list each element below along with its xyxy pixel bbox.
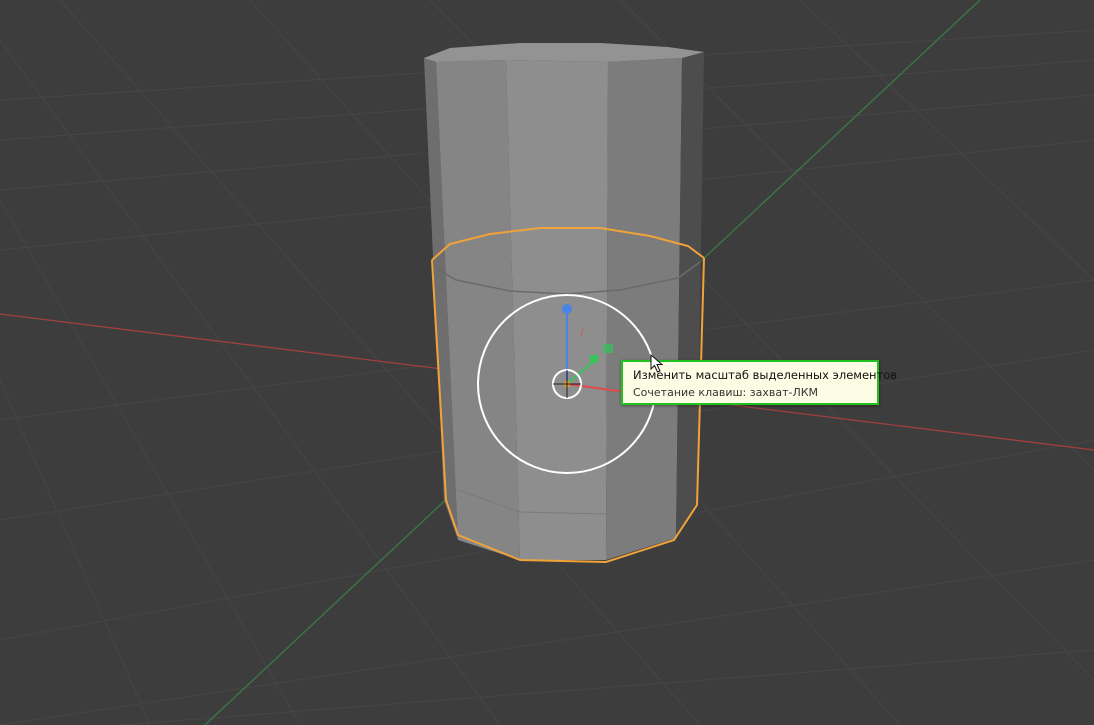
cylinder-mesh[interactable] [424, 43, 705, 564]
arrow-pointer-icon [650, 354, 664, 373]
cylinder-face [606, 58, 682, 560]
tooltip-title: Изменить масштаб выделенных элементов [633, 368, 898, 382]
cylinder-face [506, 60, 608, 560]
z-axis-handle[interactable] [562, 304, 572, 314]
viewport-scene[interactable]: / [0, 0, 1094, 725]
3d-viewport[interactable]: / Изменить масштаб выделенных элементов … [0, 0, 1094, 725]
yz-plane-handle[interactable] [603, 344, 613, 353]
tooltip-shortcut: Сочетание клавиш: захват-ЛКМ [633, 386, 819, 399]
y-axis-handle[interactable] [590, 355, 598, 363]
